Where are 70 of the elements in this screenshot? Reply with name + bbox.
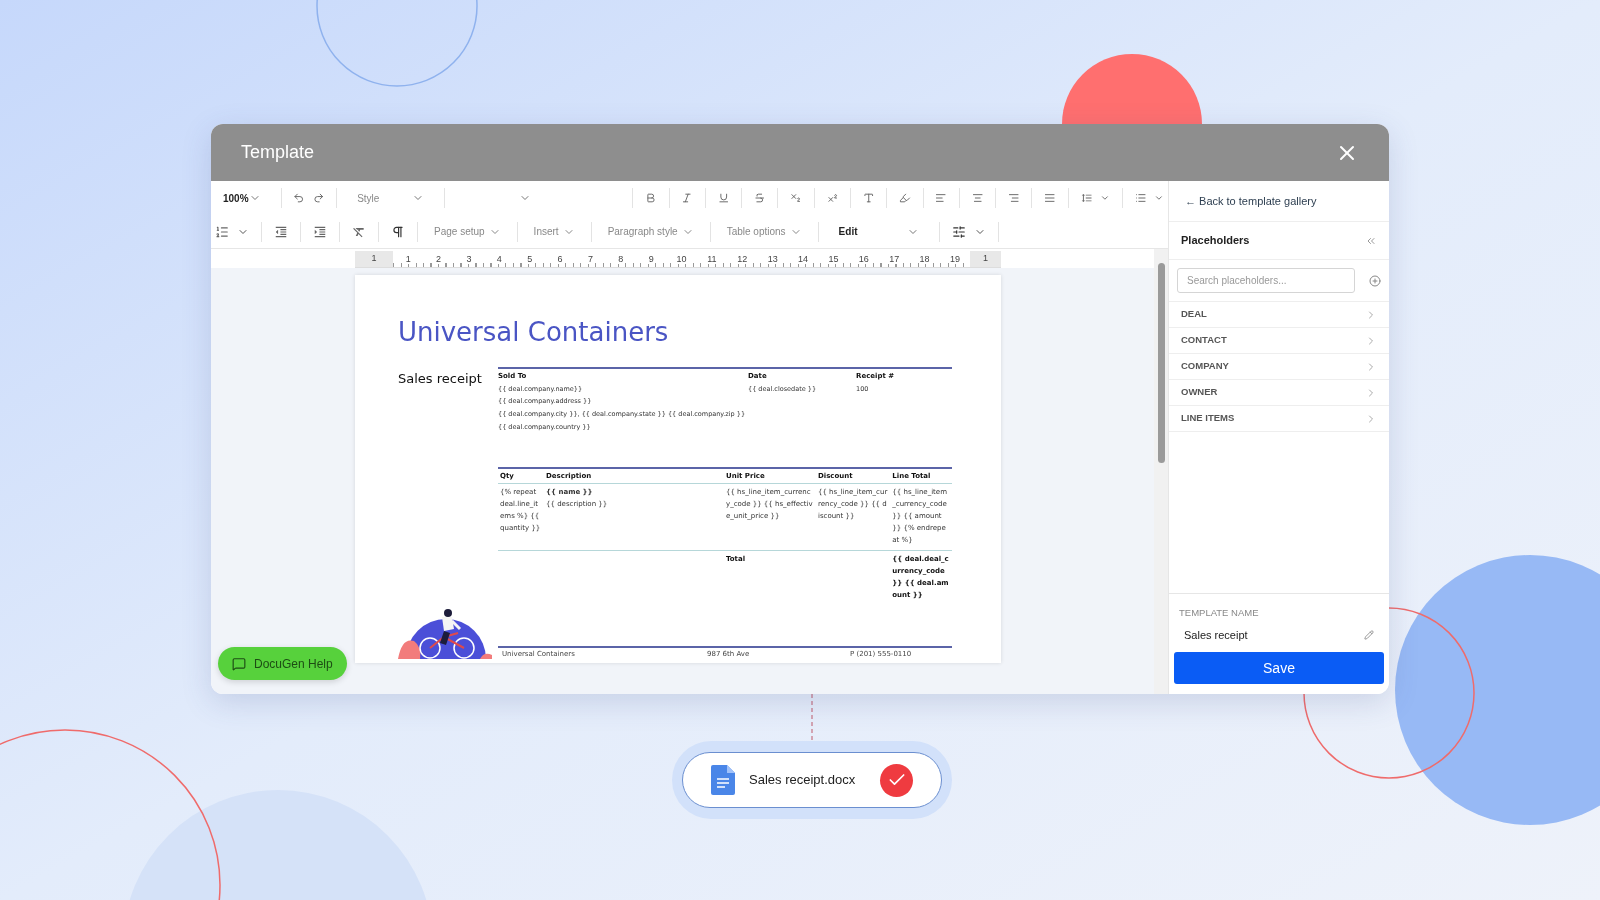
ruler-number: 11 (706, 254, 718, 264)
search-field[interactable]: Search placeholders... (1177, 268, 1355, 293)
underline-icon[interactable] (717, 191, 730, 205)
template-name-value: Sales receipt (1184, 627, 1248, 643)
ruler-number: 6 (556, 254, 564, 264)
category-item[interactable]: CONTACT (1169, 328, 1389, 354)
ruler-number: 17 (888, 254, 901, 264)
line-spacing-icon[interactable] (1080, 191, 1092, 205)
document-title: Universal Containers (398, 319, 670, 345)
menu-dropdown[interactable]: Page setup (430, 219, 505, 244)
document-subtitle: Sales receipt (398, 370, 483, 388)
ruler-number: 14 (797, 254, 810, 264)
bold-icon[interactable] (645, 191, 657, 205)
sliders-icon[interactable] (951, 224, 966, 239)
ruler-number: 12 (736, 254, 749, 264)
menu-dropdown[interactable]: Table options (722, 219, 806, 244)
category-item[interactable]: LINE ITEMS (1169, 406, 1389, 432)
dropdown[interactable]: Style (349, 186, 433, 210)
ruler-number: 1 (983, 252, 988, 266)
field-label: TEMPLATE NAME (1178, 605, 1260, 620)
menu-dropdown[interactable]: Insert (529, 219, 579, 244)
ruler-number: 15 (827, 254, 840, 264)
numbered-list-icon[interactable] (215, 224, 229, 239)
redo-icon[interactable] (312, 191, 325, 205)
bullet-list-icon[interactable] (1134, 191, 1147, 205)
file-name: Sales receipt.docx (749, 771, 857, 790)
highlighter-icon[interactable] (899, 191, 911, 205)
scrollbar[interactable] (1154, 249, 1168, 694)
menu-dropdown[interactable]: Paragraph style (603, 219, 698, 244)
undo-icon[interactable] (293, 191, 305, 205)
save-button[interactable]: Save (1174, 652, 1384, 684)
outdent-icon[interactable] (274, 224, 288, 239)
indent-icon[interactable] (313, 224, 327, 239)
ruler-number: 2 (435, 254, 443, 264)
ruler-number: 7 (586, 254, 594, 264)
text-icon[interactable] (862, 191, 875, 205)
dropdown[interactable]: Edit (830, 219, 927, 244)
chat-bubble-icon (232, 656, 246, 671)
category-item[interactable]: COMPANY (1169, 354, 1389, 380)
ruler-number: 1 (404, 254, 412, 264)
ruler-number: 5 (526, 254, 534, 264)
align-left-icon[interactable] (935, 191, 947, 205)
ruler-number: 18 (918, 254, 931, 264)
ruler-number: 3 (465, 254, 473, 264)
ruler-number: 13 (766, 254, 779, 264)
window-title: Template (241, 141, 315, 164)
strikethrough-icon[interactable] (754, 191, 766, 205)
help-button[interactable]: DocuGen Help (218, 647, 347, 680)
category-item[interactable]: DEAL (1169, 302, 1389, 328)
ruler-number: 9 (647, 254, 655, 264)
subscript-icon[interactable] (790, 191, 802, 205)
superscript-icon[interactable] (826, 191, 838, 205)
document-icon (711, 765, 735, 795)
ruler-number: 19 (948, 254, 961, 264)
ruler-number: 4 (495, 254, 503, 264)
align-center-icon[interactable] (971, 191, 984, 205)
ruler-number: 1 (371, 252, 377, 266)
dropdown[interactable]: 100% (215, 186, 269, 210)
ruler-number: 8 (617, 254, 625, 264)
align-justify-icon[interactable] (1044, 191, 1056, 205)
pilcrow-icon[interactable] (391, 224, 405, 239)
italic-icon[interactable] (681, 191, 693, 205)
ruler-number: 16 (857, 254, 870, 264)
category-item[interactable]: OWNER (1169, 380, 1389, 406)
align-right-icon[interactable] (1007, 191, 1020, 205)
add-icon[interactable] (1369, 274, 1381, 287)
back-link[interactable]: ← Back to template gallery (1185, 192, 1317, 210)
ruler-number: 10 (675, 254, 688, 264)
edit-icon[interactable] (1364, 630, 1374, 640)
panel-title: Placeholders (1181, 233, 1250, 249)
